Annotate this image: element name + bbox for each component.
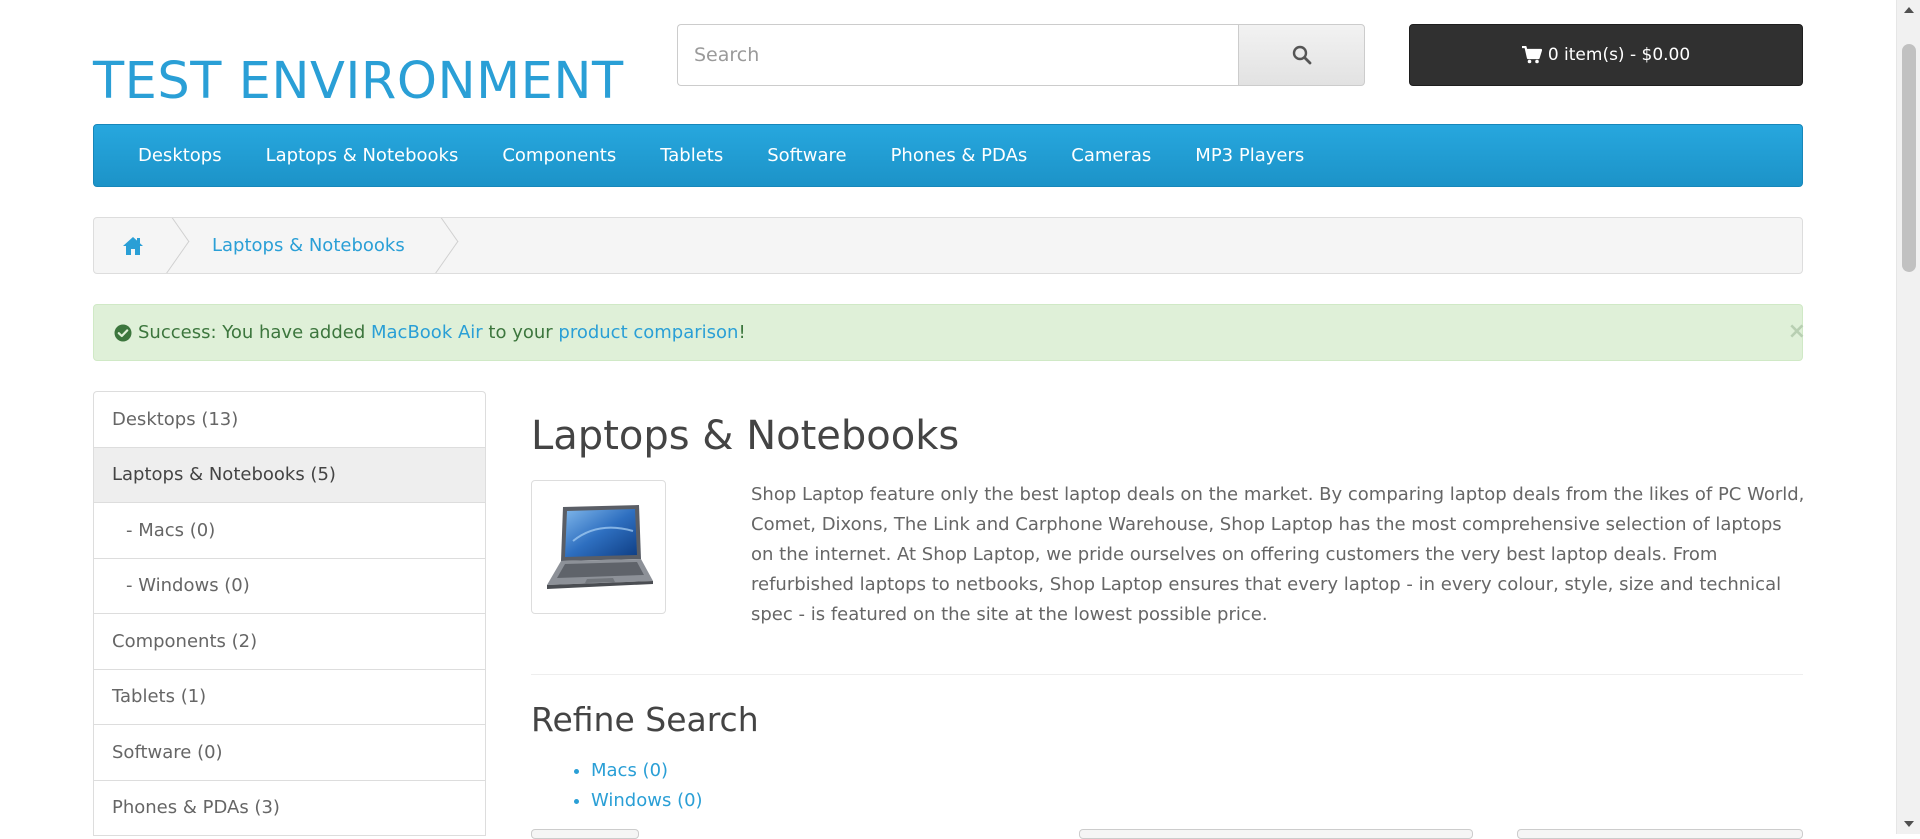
- close-alert-button[interactable]: ×: [1788, 319, 1806, 344]
- alert-prefix: Success: You have added: [138, 322, 371, 343]
- page-title: Laptops & Notebooks: [531, 413, 960, 459]
- breadcrumb-home[interactable]: [94, 218, 172, 273]
- list-item: Windows (0): [591, 786, 703, 816]
- refine-search-heading: Refine Search: [531, 700, 759, 739]
- sidebar-item-phones-pdas[interactable]: Phones & PDAs (3): [94, 781, 485, 836]
- sidebar-item-tablets[interactable]: Tablets (1): [94, 670, 485, 725]
- alert-comparison-link[interactable]: product comparison: [558, 322, 738, 343]
- scroll-up-arrow-icon[interactable]: [1897, 0, 1920, 20]
- sidebar-item-laptops-notebooks[interactable]: Laptops & Notebooks (5): [94, 447, 485, 503]
- menu-item-cameras[interactable]: Cameras: [1049, 124, 1173, 187]
- menu-item-mp3-players[interactable]: MP3 Players: [1173, 124, 1326, 187]
- refine-link-macs[interactable]: Macs (0): [591, 760, 668, 781]
- menu-item-tablets[interactable]: Tablets: [638, 124, 745, 187]
- category-image: [531, 480, 666, 614]
- alert-middle: to your: [482, 322, 559, 343]
- menu-item-laptops-notebooks[interactable]: Laptops & Notebooks: [244, 124, 481, 187]
- alert-suffix: !: [738, 322, 746, 343]
- cart-button[interactable]: 0 item(s) - $0.00: [1409, 24, 1803, 86]
- breadcrumb: Laptops & Notebooks: [93, 217, 1803, 274]
- laptop-image: [546, 505, 653, 589]
- home-icon: [123, 236, 143, 255]
- sidebar-item-macs[interactable]: - Macs (0): [94, 503, 485, 559]
- sidebar-item-software[interactable]: Software (0): [94, 725, 485, 781]
- category-description: Shop Laptop feature only the best laptop…: [751, 484, 1805, 625]
- refine-link-windows[interactable]: Windows (0): [591, 790, 703, 811]
- search-icon: [1292, 45, 1311, 65]
- sidebar-item-windows[interactable]: - Windows (0): [94, 559, 485, 614]
- search-button[interactable]: [1238, 24, 1365, 86]
- menu-item-components[interactable]: Components: [480, 124, 638, 187]
- menu-item-phones-pdas[interactable]: Phones & PDAs: [869, 124, 1050, 187]
- alert-product-link[interactable]: MacBook Air: [371, 322, 483, 343]
- breadcrumb-laptops-notebooks[interactable]: Laptops & Notebooks: [172, 218, 441, 273]
- search-bar: [677, 24, 1365, 86]
- shopping-cart-icon: [1521, 46, 1542, 64]
- store-logo[interactable]: TEST ENVIRONMENT: [93, 46, 624, 118]
- success-alert: Success: You have added MacBook Air to y…: [93, 304, 1806, 361]
- cart-label: 0 item(s) - $0.00: [1547, 45, 1691, 65]
- main-menu: Desktops Laptops & Notebooks Components …: [93, 124, 1803, 187]
- category-sidebar: Desktops (13) Laptops & Notebooks (5) - …: [93, 391, 486, 836]
- divider: [531, 674, 1803, 675]
- sidebar-item-components[interactable]: Components (2): [94, 614, 485, 670]
- scroll-down-arrow-icon[interactable]: [1897, 814, 1920, 834]
- list-item: Macs (0): [591, 756, 703, 786]
- search-input[interactable]: [677, 24, 1238, 86]
- menu-item-software[interactable]: Software: [745, 124, 868, 187]
- sort-select[interactable]: [1079, 829, 1473, 839]
- vertical-scrollbar[interactable]: [1896, 0, 1920, 834]
- sidebar-item-desktops[interactable]: Desktops (13): [94, 392, 485, 448]
- refine-search-list: Macs (0) Windows (0): [554, 756, 703, 816]
- limit-select[interactable]: [1517, 829, 1803, 839]
- view-toggle[interactable]: [531, 829, 639, 839]
- scrollbar-thumb[interactable]: [1902, 44, 1916, 272]
- breadcrumb-label: Laptops & Notebooks: [212, 235, 405, 256]
- menu-item-desktops[interactable]: Desktops: [116, 124, 244, 187]
- check-circle-icon: [114, 324, 132, 342]
